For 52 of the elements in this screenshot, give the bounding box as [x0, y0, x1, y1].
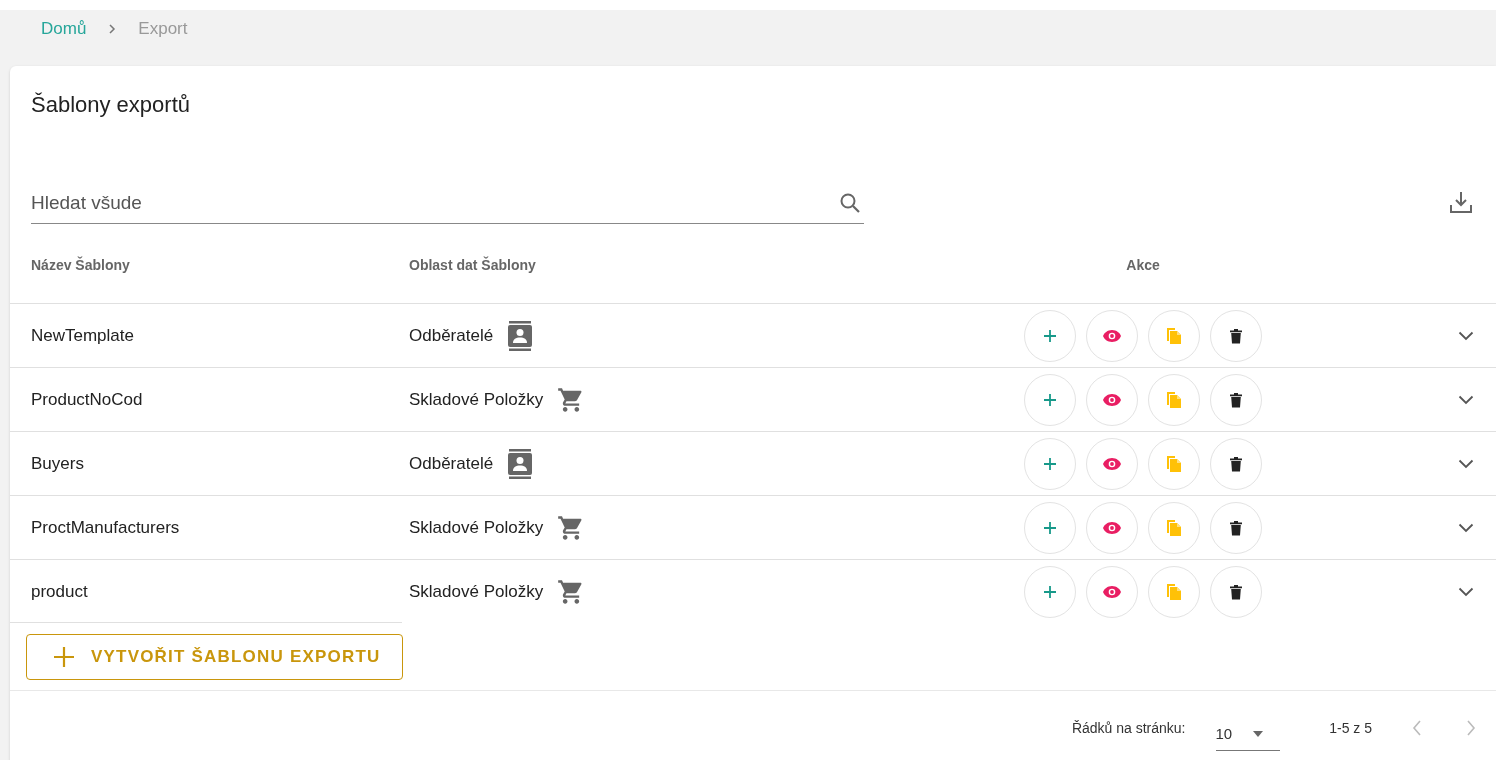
page-range: 1-5 z 5 — [1329, 720, 1372, 736]
expand-chevron-icon[interactable] — [1458, 586, 1474, 597]
create-template-button[interactable]: VYTVOŘIT ŠABLONU EXPORTU — [26, 634, 403, 680]
plus-icon — [1043, 456, 1057, 471]
eye-icon — [1102, 584, 1122, 599]
table-cell-text: Buyers — [30, 453, 85, 474]
contact-card-icon — [507, 320, 534, 351]
table-cell: Skladové Položky — [409, 389, 544, 410]
dropdown-arrow-icon — [1252, 729, 1265, 738]
table-cell: Skladové Položky — [409, 517, 544, 538]
contact-card-icon — [507, 448, 534, 479]
table-cell: Odběratelé — [409, 453, 494, 474]
trash-icon — [1229, 583, 1243, 600]
table-cell: Odběratelé — [409, 325, 494, 346]
trash-icon — [1229, 391, 1243, 408]
copy-icon — [1165, 582, 1183, 601]
expand-chevron-icon[interactable] — [1458, 330, 1474, 341]
table-cell-text: product — [30, 581, 89, 602]
table-cell-text: NewTemplate — [30, 325, 135, 346]
table-cell-text: ProctManufacturers — [30, 517, 181, 538]
breadcrumb-current: Export — [138, 19, 188, 39]
plus-icon — [1043, 520, 1057, 535]
search-icon — [838, 191, 862, 215]
copy-icon — [1165, 518, 1183, 537]
eye-icon — [1102, 392, 1122, 407]
trash-icon — [1229, 327, 1243, 344]
column-header: Akce — [1125, 256, 1161, 273]
expand-chevron-icon[interactable] — [1458, 522, 1474, 533]
column-header: Oblast dat Šablony — [409, 256, 537, 273]
table-cell-text: ProductNoCod — [30, 389, 144, 410]
download-icon[interactable] — [1448, 190, 1474, 216]
eye-icon — [1102, 456, 1122, 471]
breadcrumb-link[interactable]: Domů — [41, 19, 87, 39]
plus-icon — [53, 646, 75, 668]
copy-icon — [1165, 326, 1183, 345]
eye-icon — [1102, 328, 1122, 343]
chevron-right-icon — [108, 24, 117, 34]
plus-icon — [1043, 584, 1057, 599]
trash-icon — [1229, 519, 1243, 536]
expand-chevron-icon[interactable] — [1458, 458, 1474, 469]
expand-chevron-icon[interactable] — [1458, 394, 1474, 405]
trash-icon — [1229, 455, 1243, 472]
rows-per-page-label: Řádků na stránku: — [1071, 720, 1186, 736]
copy-icon — [1165, 454, 1183, 473]
column-header: Název Šablony — [30, 256, 131, 273]
table-cell: Skladové Položky — [409, 581, 544, 602]
plus-icon — [1043, 392, 1057, 407]
copy-icon — [1165, 390, 1183, 409]
eye-icon — [1102, 520, 1122, 535]
plus-icon — [1043, 328, 1057, 343]
rows-per-page-select[interactable]: 10 — [1215, 719, 1281, 751]
page-title: Šablony exportů — [30, 91, 191, 119]
